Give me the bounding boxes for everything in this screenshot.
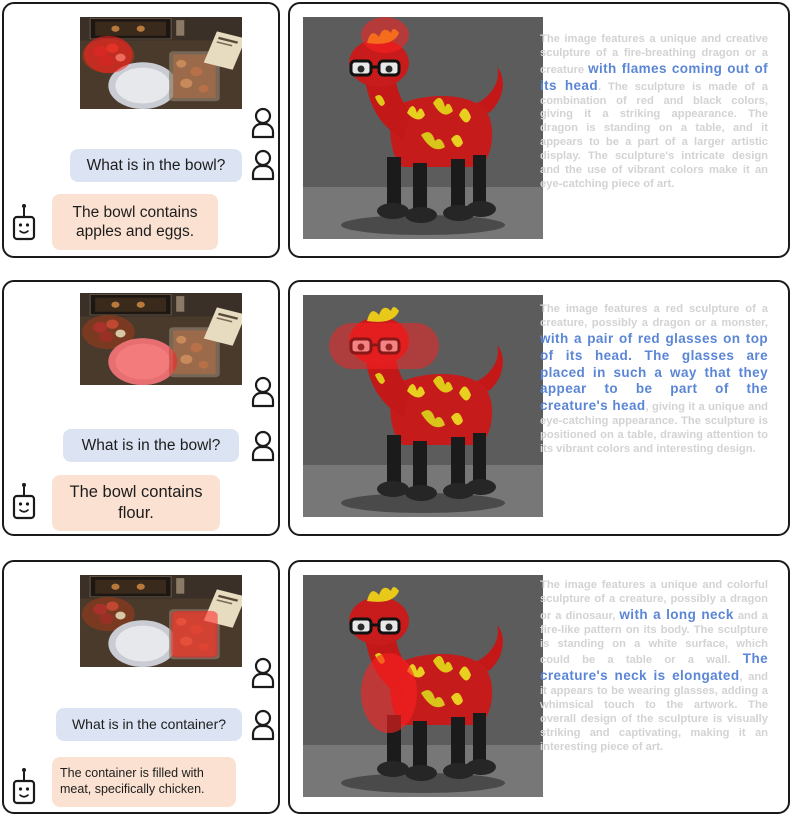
question-bubble-2: What is in the bowl? xyxy=(63,429,239,462)
question-bubble-1: What is in the bowl? xyxy=(70,149,242,182)
description-text-1: The image features a unique and creative… xyxy=(540,33,768,190)
kitchen-photo-1 xyxy=(80,17,242,109)
kitchen-photo-3 xyxy=(80,575,242,667)
dragon-image-1 xyxy=(303,17,543,239)
dragon-image-2 xyxy=(303,295,543,517)
dragon-image-3 xyxy=(303,575,543,797)
question-bubble-3: What is in the container? xyxy=(56,708,242,741)
description-text-2: The image features a red sculpture of a … xyxy=(540,303,768,456)
kitchen-photo-2 xyxy=(80,293,242,385)
answer-bubble-3: The container is filled with meat, speci… xyxy=(52,757,236,807)
chat-panel-2: What is in the bowl? The bowl contains f… xyxy=(2,280,280,536)
answer-bubble-1: The bowl contains apples and eggs. xyxy=(52,194,218,250)
user-icon xyxy=(250,430,276,462)
user-icon xyxy=(250,149,276,181)
user-icon xyxy=(250,709,276,741)
chat-panel-3: What is in the container? The container … xyxy=(2,560,280,814)
description-panel-1: The image features a unique and creative… xyxy=(288,2,790,258)
robot-icon xyxy=(12,203,36,243)
answer-bubble-2: The bowl contains flour. xyxy=(52,475,220,531)
user-icon xyxy=(250,376,276,408)
robot-icon xyxy=(12,482,36,522)
robot-icon xyxy=(12,767,36,807)
highlight-phrase: with a long neck xyxy=(619,606,734,622)
user-icon xyxy=(250,657,276,689)
description-panel-3: The image features a unique and colorful… xyxy=(288,560,790,814)
user-icon xyxy=(250,107,276,139)
chat-panel-1: What is in the bowl? The bowl contains a… xyxy=(2,2,280,258)
description-text-3: The image features a unique and colorful… xyxy=(540,579,769,753)
description-panel-2: The image features a red sculpture of a … xyxy=(288,280,790,536)
